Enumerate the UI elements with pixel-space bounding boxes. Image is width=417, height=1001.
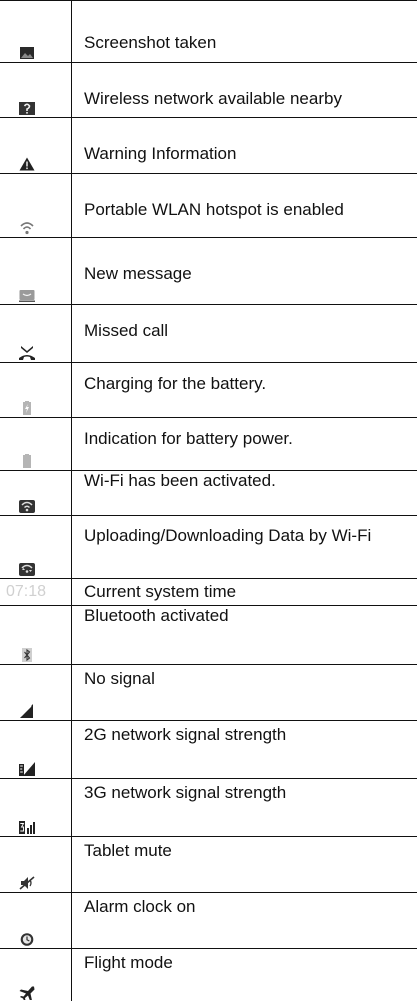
icon-cell: 07:18 bbox=[0, 579, 71, 605]
row-label: Tablet mute bbox=[84, 841, 172, 860]
table-row: Bluetooth activated bbox=[0, 606, 417, 665]
table-row: 3G network signal strength bbox=[0, 779, 417, 837]
row-label: 3G network signal strength bbox=[84, 783, 287, 802]
warning-icon bbox=[19, 157, 35, 171]
row-label: Uploading/Downloading Data by Wi-Fi bbox=[84, 526, 372, 545]
row-label: Wireless network available nearby bbox=[84, 89, 342, 108]
icon-cell bbox=[0, 606, 71, 664]
message-icon bbox=[19, 288, 35, 302]
icon-cell bbox=[0, 1, 71, 62]
table-row: Uploading/Downloading Data by Wi-Fi bbox=[0, 516, 417, 579]
wifi-unknown-icon bbox=[19, 101, 35, 115]
bluetooth-icon bbox=[19, 648, 35, 662]
hotspot-icon bbox=[19, 221, 35, 235]
icon-cell bbox=[0, 949, 71, 1000]
table-row: 07:18 Current system time bbox=[0, 579, 417, 606]
table-row: Wireless network available nearby bbox=[0, 63, 417, 118]
signal-3g-icon bbox=[19, 820, 35, 834]
table-row: Indication for battery power. bbox=[0, 418, 417, 471]
row-label: Bluetooth activated bbox=[84, 606, 229, 625]
icon-cell bbox=[0, 721, 71, 778]
icon-cell bbox=[0, 418, 71, 470]
icon-cell bbox=[0, 363, 71, 417]
screenshot-icon bbox=[19, 46, 35, 60]
battery-icon bbox=[19, 454, 35, 468]
signal-2g-icon bbox=[19, 762, 35, 776]
icon-cell bbox=[0, 471, 71, 515]
row-label: Charging for the battery. bbox=[84, 374, 267, 393]
icon-cell bbox=[0, 305, 71, 362]
table-row: Portable WLAN hotspot is enabled bbox=[0, 174, 417, 238]
mute-icon bbox=[19, 876, 35, 890]
table-row: Charging for the battery. bbox=[0, 363, 417, 418]
table-row: Flight mode bbox=[0, 949, 417, 1000]
row-label: Alarm clock on bbox=[84, 897, 196, 916]
icon-cell bbox=[0, 238, 71, 304]
row-label: Screenshot taken bbox=[84, 33, 217, 52]
table-row: Missed call bbox=[0, 305, 417, 363]
flight-mode-icon bbox=[19, 986, 35, 1000]
icon-cell bbox=[0, 837, 71, 892]
icon-cell bbox=[0, 63, 71, 117]
row-label: Warning Information bbox=[84, 144, 237, 163]
alarm-icon bbox=[19, 932, 35, 946]
table-row: Tablet mute bbox=[0, 837, 417, 893]
row-label: Flight mode bbox=[84, 953, 173, 972]
table-row: New message bbox=[0, 238, 417, 305]
wifi-icon bbox=[19, 499, 35, 513]
icon-cell bbox=[0, 516, 71, 578]
status-icon-table: Screenshot taken Wireless network availa… bbox=[0, 0, 417, 1001]
table-row: 2G network signal strength bbox=[0, 721, 417, 779]
missed-call-icon bbox=[19, 346, 35, 360]
table-row: No signal bbox=[0, 665, 417, 721]
icon-cell bbox=[0, 779, 71, 836]
table-row: Alarm clock on bbox=[0, 893, 417, 949]
row-label: Wi-Fi has been activated. bbox=[84, 471, 276, 490]
battery-charging-icon bbox=[19, 401, 35, 415]
row-label: Missed call bbox=[84, 321, 169, 340]
table-row: Screenshot taken bbox=[0, 1, 417, 63]
row-label: Current system time bbox=[84, 582, 237, 601]
table-row: Warning Information bbox=[0, 118, 417, 174]
icon-cell bbox=[0, 118, 71, 173]
clock-text: 07:18 bbox=[6, 583, 47, 600]
row-label: No signal bbox=[84, 669, 155, 688]
row-label: 2G network signal strength bbox=[84, 725, 287, 744]
row-label: Indication for battery power. bbox=[84, 429, 293, 448]
no-signal-icon bbox=[19, 704, 35, 718]
row-label: New message bbox=[84, 264, 192, 283]
row-label: Portable WLAN hotspot is enabled bbox=[84, 200, 344, 219]
wifi-data-icon bbox=[19, 562, 35, 576]
icon-cell bbox=[0, 893, 71, 948]
icon-cell bbox=[0, 665, 71, 720]
icon-cell bbox=[0, 174, 71, 237]
table-row: Wi-Fi has been activated. bbox=[0, 471, 417, 516]
